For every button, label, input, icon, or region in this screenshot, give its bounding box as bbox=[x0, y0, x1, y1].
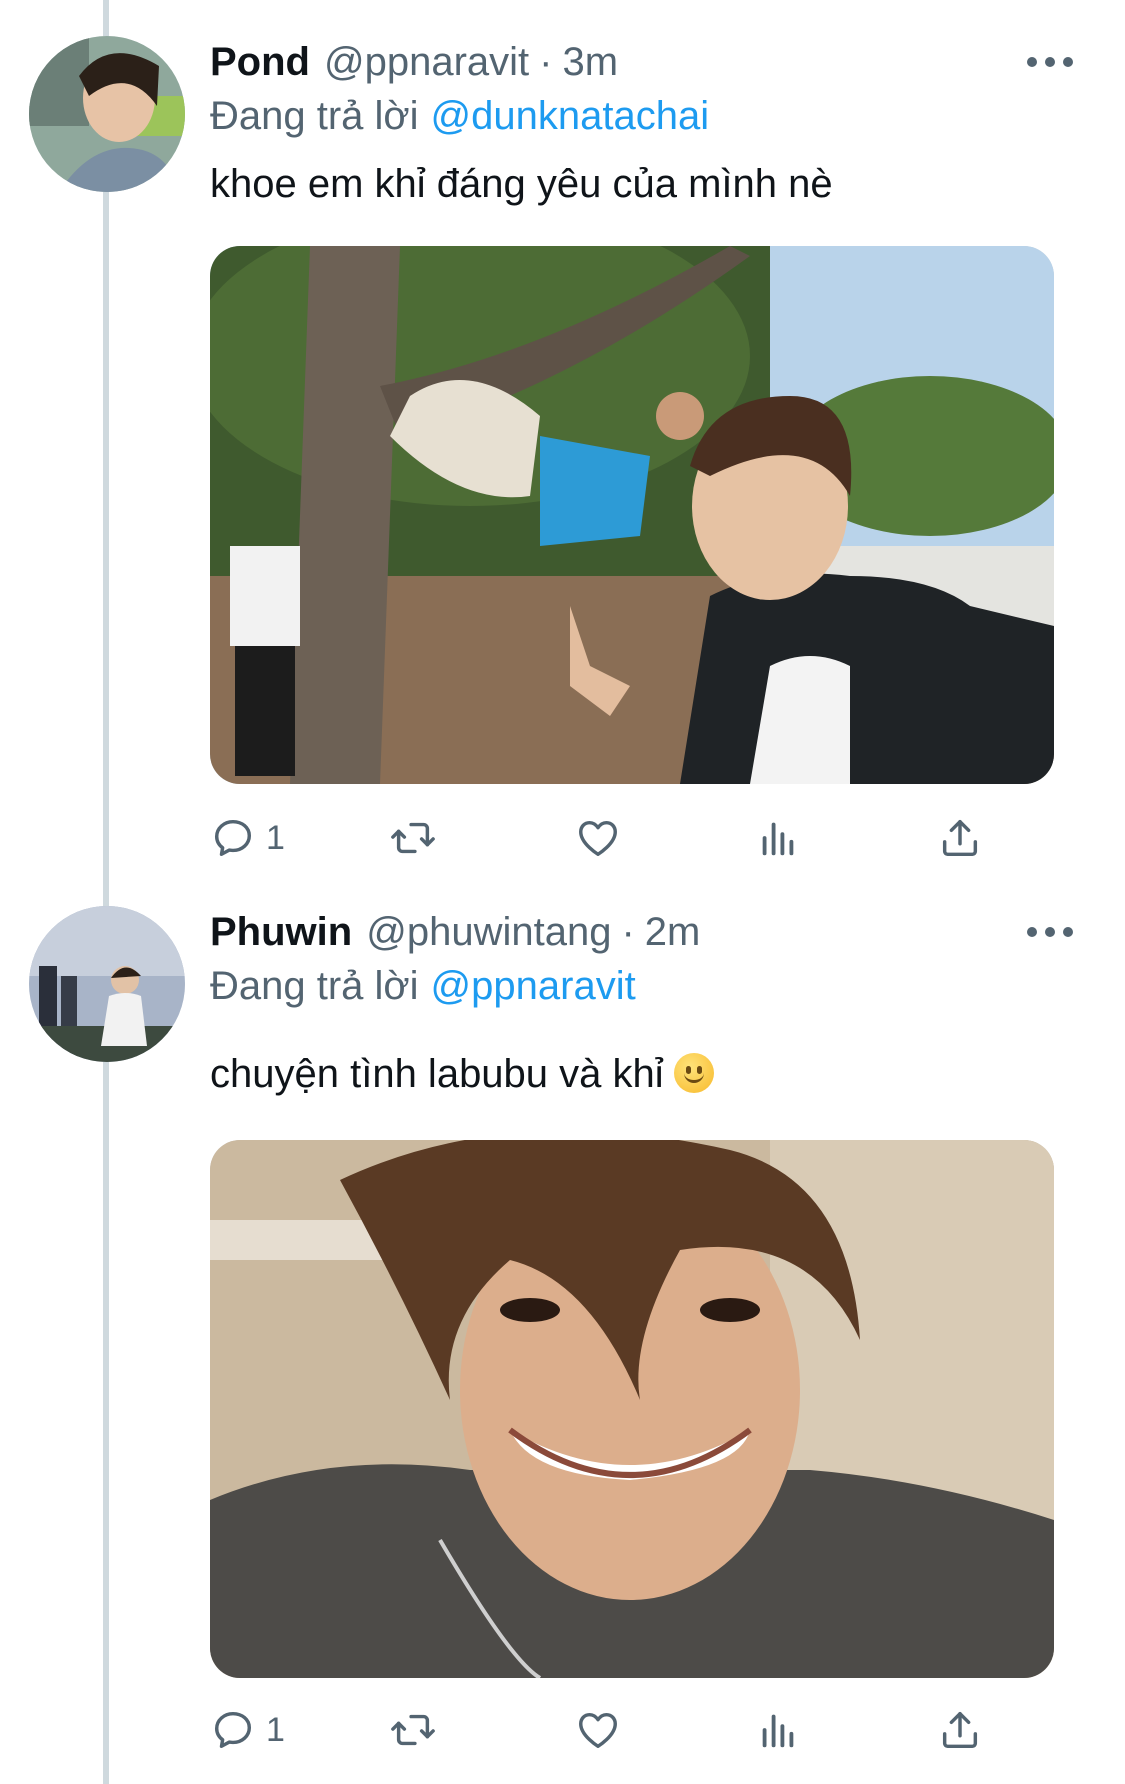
like-button[interactable] bbox=[575, 808, 621, 868]
tweet-actions: 1 bbox=[210, 1700, 1030, 1760]
more-icon[interactable] bbox=[1027, 922, 1073, 942]
heart-icon bbox=[579, 820, 617, 857]
timestamp[interactable]: 2m bbox=[645, 908, 701, 956]
share-icon bbox=[942, 1711, 978, 1749]
tweet[interactable]: Pond @ppnaravit · 3m Đang trả lời @dunkna… bbox=[0, 0, 1125, 890]
share-icon bbox=[942, 819, 978, 857]
reply-count: 1 bbox=[266, 1710, 285, 1749]
timestamp[interactable]: 3m bbox=[562, 38, 618, 86]
mention-link[interactable]: @ppnaravit bbox=[431, 964, 636, 1008]
user-handle[interactable]: @phuwintang bbox=[366, 908, 611, 956]
reply-button[interactable]: 1 bbox=[210, 1700, 285, 1760]
tweet-photo[interactable] bbox=[210, 246, 1054, 784]
user-handle[interactable]: @ppnaravit bbox=[324, 38, 529, 86]
display-name[interactable]: Phuwin bbox=[210, 908, 352, 956]
tweet-text-content: chuyện tình labubu và khỉ bbox=[210, 1052, 664, 1096]
reply-icon bbox=[214, 819, 252, 857]
tweet-header: Phuwin @phuwintang · 2m bbox=[210, 908, 700, 956]
tweet-actions: 1 bbox=[210, 808, 1030, 868]
avatar[interactable] bbox=[29, 906, 185, 1062]
tweet-text: khoe em khỉ đáng yêu của mình nè bbox=[210, 162, 833, 206]
replying-to: Đang trả lời @dunknatachai bbox=[210, 92, 709, 140]
views-button[interactable] bbox=[755, 808, 801, 868]
tweet-photo[interactable] bbox=[210, 1140, 1054, 1678]
tweet[interactable]: Phuwin @phuwintang · 2m Đang trả lời @ppn… bbox=[0, 890, 1125, 1784]
timeline: Pond @ppnaravit · 3m Đang trả lời @dunkna… bbox=[0, 0, 1125, 1784]
replying-to-label: Đang trả lời bbox=[210, 964, 419, 1008]
heart-icon bbox=[579, 1712, 617, 1749]
views-icon bbox=[762, 1714, 794, 1748]
reply-icon bbox=[214, 1711, 252, 1749]
display-name[interactable]: Pond bbox=[210, 38, 310, 86]
replying-to-label: Đang trả lời bbox=[210, 94, 419, 138]
retweet-icon bbox=[391, 1714, 435, 1746]
separator: · bbox=[539, 40, 553, 84]
tweet-text: chuyện tình labubu và khỉ bbox=[210, 1048, 714, 1100]
avatar[interactable] bbox=[29, 36, 185, 192]
slightly-smiling-face-icon bbox=[673, 1053, 714, 1093]
mention-link[interactable]: @dunknatachai bbox=[431, 94, 710, 138]
retweet-icon bbox=[391, 822, 435, 854]
retweet-button[interactable] bbox=[390, 1700, 436, 1760]
separator: · bbox=[621, 910, 635, 954]
share-button[interactable] bbox=[937, 1700, 983, 1760]
more-icon[interactable] bbox=[1027, 52, 1073, 72]
views-icon bbox=[762, 822, 794, 856]
tweet-header: Pond @ppnaravit · 3m bbox=[210, 38, 618, 86]
replying-to: Đang trả lời @ppnaravit bbox=[210, 962, 636, 1010]
retweet-button[interactable] bbox=[390, 808, 436, 868]
reply-button[interactable]: 1 bbox=[210, 808, 285, 868]
like-button[interactable] bbox=[575, 1700, 621, 1760]
views-button[interactable] bbox=[755, 1700, 801, 1760]
reply-count: 1 bbox=[266, 818, 285, 857]
share-button[interactable] bbox=[937, 808, 983, 868]
